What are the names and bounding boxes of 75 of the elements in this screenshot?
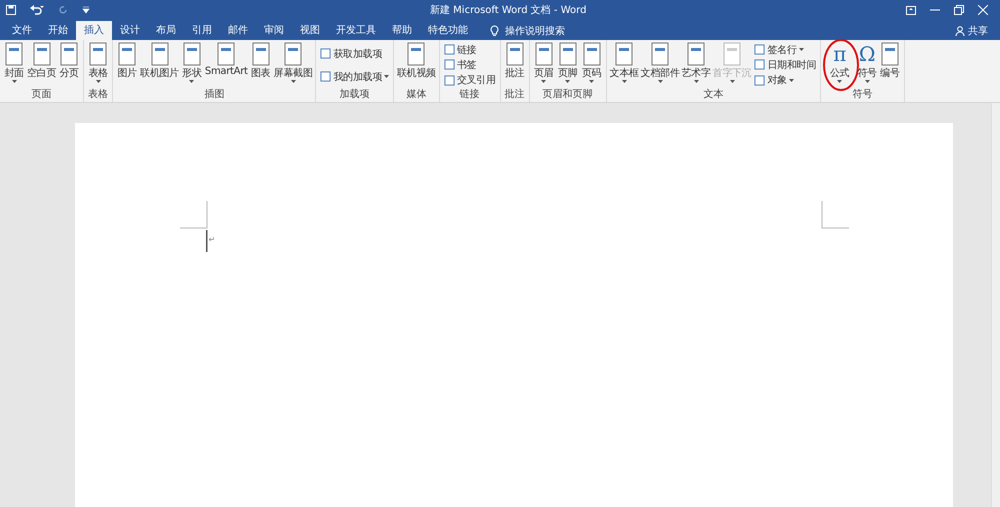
ribbon-tab[interactable]: 开发工具: [328, 21, 384, 40]
ribbon-button[interactable]: 对象: [754, 73, 816, 88]
ribbon-button[interactable]: 链接: [444, 42, 496, 57]
redo-icon: [58, 5, 68, 15]
ribbon-button[interactable]: 图表: [248, 42, 273, 88]
ribbon-tab[interactable]: 文件: [4, 21, 40, 40]
group-label: 链接: [458, 88, 481, 101]
corner-mark-icon: [180, 201, 208, 229]
ribbon-button[interactable]: 页码: [580, 42, 604, 88]
save-icon: [6, 5, 16, 15]
ribbon-button[interactable]: 文本框: [608, 42, 640, 88]
ribbon-tab[interactable]: 审阅: [256, 21, 292, 40]
document-icon: [444, 59, 455, 70]
ribbon-button[interactable]: 封面: [2, 42, 26, 88]
document-icon: [754, 74, 766, 86]
document-icon: [444, 44, 455, 56]
group-label: 插图: [203, 88, 226, 101]
window-title: 新建 Microsoft Word 文档 - Word: [430, 4, 588, 17]
ribbon-button[interactable]: 形状: [180, 42, 204, 88]
ribbon-button[interactable]: 页眉: [532, 42, 556, 88]
ribbon-tab[interactable]: 帮助: [384, 21, 420, 40]
tell-me-field[interactable]: 操作说明搜索: [505, 24, 565, 38]
group-label: 媒体: [405, 88, 428, 101]
ribbon-button[interactable]: 书签: [444, 58, 496, 72]
ribbon-button[interactable]: 空白页: [26, 42, 58, 88]
ribbon-button[interactable]: 表格: [86, 42, 110, 88]
ribbon-tab[interactable]: 引用: [184, 21, 220, 40]
ribbon-tab[interactable]: 邮件: [220, 21, 256, 40]
group-label: 页面: [30, 88, 53, 101]
ribbon-button[interactable]: 分页: [57, 42, 82, 88]
document-icon: [754, 44, 766, 56]
ribbon-button[interactable]: Ω 符号: [856, 42, 878, 88]
document-icon: [320, 48, 332, 59]
ribbon-button[interactable]: 签名行: [754, 42, 816, 57]
scrollbar[interactable]: [991, 103, 1000, 507]
ribbon-button[interactable]: 文档部件: [640, 42, 681, 88]
ribbon-button[interactable]: 日期和时间: [754, 58, 816, 72]
ribbon-button[interactable]: 交叉引用: [444, 73, 496, 88]
document-icon: [320, 71, 332, 82]
ribbon-button[interactable]: 图片: [115, 42, 140, 88]
restore-icon: [954, 5, 964, 15]
group-label: 批注: [504, 88, 526, 101]
customize-icon: [82, 6, 90, 14]
ribbon-button[interactable]: 批注: [502, 42, 527, 88]
person-icon: [955, 26, 965, 36]
share-button[interactable]: 共享: [955, 21, 988, 40]
ribbon-tab[interactable]: 视图: [292, 21, 328, 40]
group-label: 文本: [702, 88, 724, 101]
ribbon-button[interactable]: 屏幕截图: [272, 42, 314, 88]
ribbon-button[interactable]: SmartArt: [204, 42, 249, 88]
group-label: 符号: [851, 88, 874, 101]
document-icon: [444, 74, 455, 86]
ribbon-button[interactable]: 联机视频: [396, 42, 437, 88]
paragraph-mark: ↵: [208, 235, 216, 244]
group-label: 表格: [87, 88, 110, 101]
lightbulb-icon: [490, 24, 499, 36]
ribbon-button[interactable]: 获取加载项: [320, 46, 389, 60]
ribbon-button[interactable]: 艺术字: [680, 42, 712, 88]
ribbon-tab[interactable]: 特色功能: [420, 21, 476, 40]
ribbon-tab[interactable]: 布局: [148, 21, 184, 40]
close-icon: [978, 5, 988, 15]
group-label: 加载项: [338, 88, 371, 101]
undo-icon: [30, 5, 44, 15]
ribbon-display-icon: [906, 6, 916, 14]
document-icon: [754, 59, 766, 70]
ribbon-tab[interactable]: 插入: [76, 21, 112, 40]
text-cursor-icon: [206, 230, 208, 252]
ribbon-button[interactable]: 联机图片: [139, 42, 180, 88]
ribbon-button[interactable]: 我的加载项: [320, 70, 389, 84]
ribbon-tab[interactable]: 设计: [112, 21, 148, 40]
ribbon-button[interactable]: 编号: [878, 42, 902, 88]
group-label: 页眉和页脚: [542, 88, 594, 101]
ribbon-tab[interactable]: 开始: [40, 21, 76, 40]
ribbon-button[interactable]: 页脚: [556, 42, 580, 88]
corner-mark-icon: [820, 201, 848, 229]
